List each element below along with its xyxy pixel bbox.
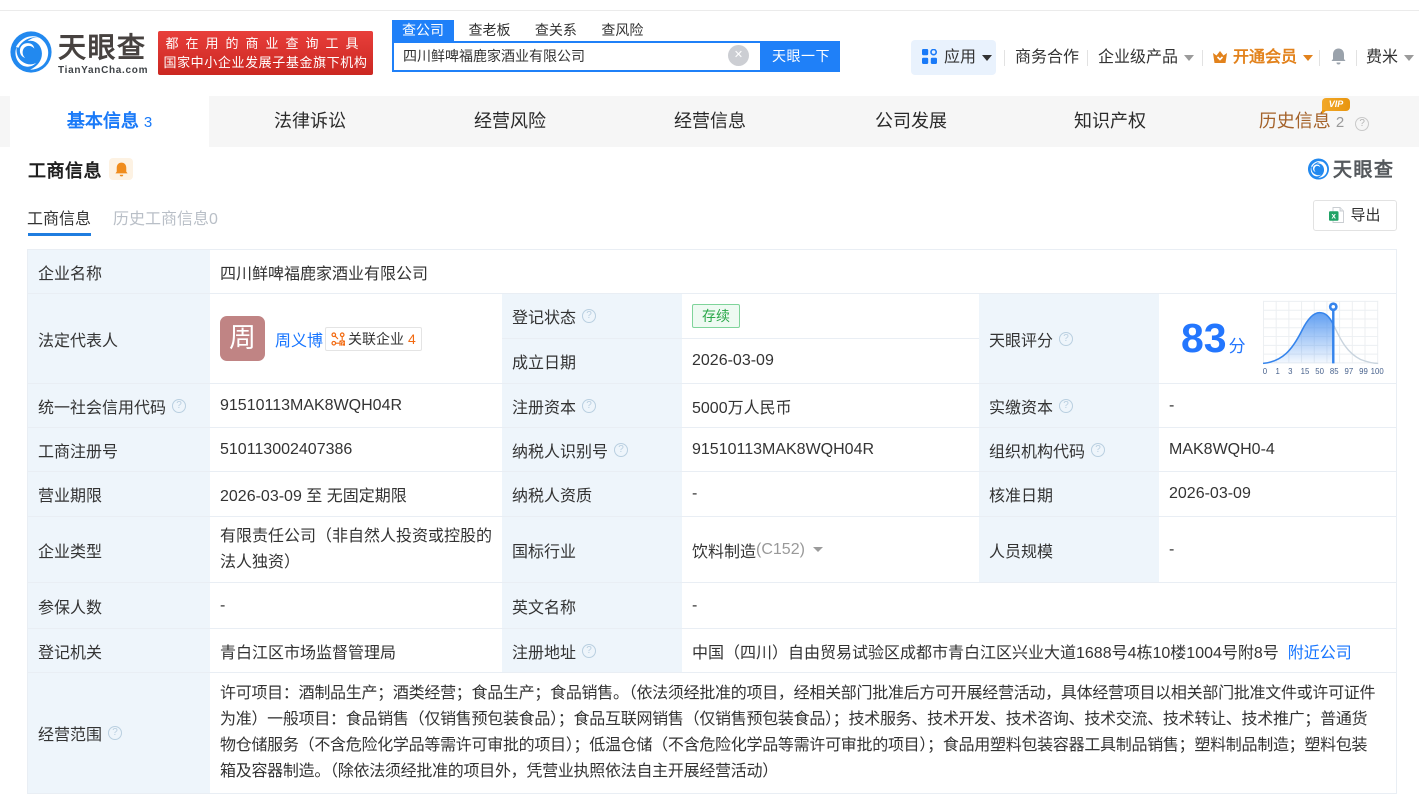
svg-text:3: 3	[1288, 367, 1292, 376]
svg-text:1: 1	[1275, 367, 1279, 376]
svg-text:99: 99	[1359, 367, 1368, 376]
svg-text:97: 97	[1344, 367, 1353, 376]
svg-text:50: 50	[1315, 367, 1324, 376]
svg-text:15: 15	[1300, 367, 1309, 376]
svg-text:85: 85	[1330, 367, 1339, 376]
svg-text:0: 0	[1263, 367, 1268, 376]
svg-text:x: x	[1332, 212, 1337, 221]
svg-text:100: 100	[1370, 367, 1384, 376]
svg-text:天眼查: 天眼查	[1333, 158, 1395, 180]
